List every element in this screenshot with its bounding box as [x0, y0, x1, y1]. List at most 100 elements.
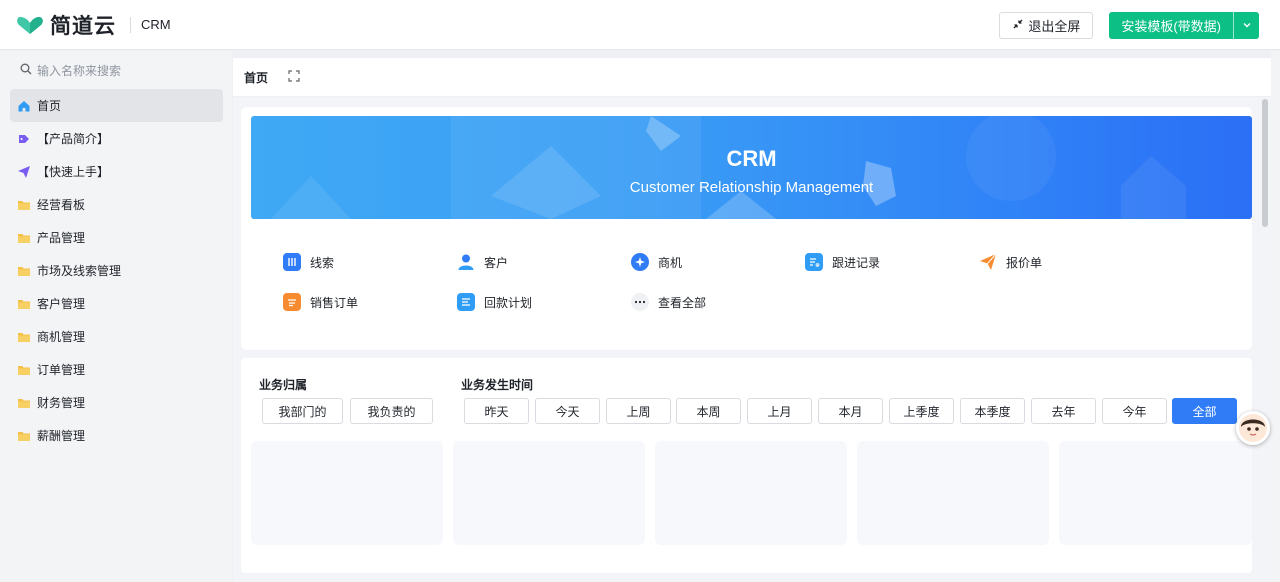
shortcut-order[interactable]: 销售订单 [283, 293, 358, 311]
clue-icon [283, 253, 301, 271]
sidebar-item-label: 【产品简介】 [37, 132, 110, 146]
sidebar-item-1[interactable]: 【产品简介】 [10, 122, 223, 155]
filter-this-quarter[interactable]: 本季度 [960, 398, 1025, 424]
filter-last-year[interactable]: 去年 [1031, 398, 1096, 424]
filter-last-month[interactable]: 上月 [747, 398, 812, 424]
scrollbar-thumb[interactable] [1262, 99, 1268, 227]
sidebar-item-label: 产品管理 [37, 231, 86, 245]
shortcut-label: 跟进记录 [832, 255, 881, 270]
more-icon [631, 293, 649, 311]
shortcut-followup[interactable]: 跟进记录 [805, 253, 880, 271]
shortcut-label: 回款计划 [484, 295, 533, 310]
folder-icon [17, 198, 31, 212]
tag-icon [17, 132, 31, 146]
tab-home[interactable]: 首页 [244, 69, 268, 86]
filter-my-department[interactable]: 我部门的 [262, 398, 343, 424]
payment-icon [457, 293, 475, 311]
filter-last-week[interactable]: 上周 [606, 398, 671, 424]
order-icon [283, 293, 301, 311]
shortcut-label: 报价单 [1006, 255, 1043, 270]
shortcut-customer[interactable]: 客户 [457, 253, 508, 271]
filter-this-week[interactable]: 本周 [676, 398, 741, 424]
filter-today[interactable]: 今天 [535, 398, 600, 424]
shortcut-payment[interactable]: 回款计划 [457, 293, 532, 311]
filter-last-quarter[interactable]: 上季度 [889, 398, 954, 424]
folder-icon [17, 231, 31, 245]
shortcut-opportunity[interactable]: 商机 [631, 253, 682, 271]
install-template-button-group: 安装模板(带数据) [1109, 12, 1259, 39]
sidebar-item-0[interactable]: 首页 [10, 89, 223, 122]
sidebar-item-label: 订单管理 [37, 363, 86, 377]
ownership-label: 业务归属 [259, 378, 308, 392]
folder-icon [17, 330, 31, 344]
sidebar-item-3[interactable]: 经营看板 [10, 188, 223, 221]
sidebar-item-label: 经营看板 [37, 198, 86, 212]
top-bar: 简道云 CRM 退出全屏 安装模板(带数据) [0, 0, 1280, 50]
sidebar-item-9[interactable]: 财务管理 [10, 386, 223, 419]
sidebar-item-4[interactable]: 产品管理 [10, 221, 223, 254]
sidebar-item-label: 市场及线索管理 [37, 264, 122, 278]
app-name: CRM [141, 17, 171, 32]
quote-icon [979, 253, 997, 271]
logo-text: 简道云 [50, 14, 116, 38]
customer-icon [457, 253, 475, 271]
assistant-avatar[interactable] [1236, 411, 1270, 445]
shortcut-label: 销售订单 [310, 295, 359, 310]
filter-yesterday[interactable]: 昨天 [464, 398, 529, 424]
shortcut-label: 线索 [310, 255, 335, 270]
sidebar-item-2[interactable]: 【快速上手】 [10, 155, 223, 188]
sidebar-item-10[interactable]: 薪酬管理 [10, 419, 223, 452]
sidebar-item-label: 商机管理 [37, 330, 86, 344]
stat-card [251, 441, 443, 545]
sidebar-item-7[interactable]: 商机管理 [10, 320, 223, 353]
filter-this-year[interactable]: 今年 [1102, 398, 1167, 424]
shortcut-clue[interactable]: 线索 [283, 253, 334, 271]
sidebar-item-8[interactable]: 订单管理 [10, 353, 223, 386]
followup-icon [805, 253, 823, 271]
filter-card: 业务归属 我部门的 我负责的 业务发生时间 昨天 今天 上周 本周 上月 本月 … [241, 358, 1252, 573]
search-icon [20, 63, 32, 78]
sidebar-item-label: 【快速上手】 [37, 165, 110, 179]
shortcut-view-all[interactable]: 查看全部 [631, 293, 706, 311]
folder-icon [17, 396, 31, 410]
sidebar-item-label: 客户管理 [37, 297, 86, 311]
banner-subtitle: Customer Relationship Management [629, 179, 874, 196]
banner-title: CRM [726, 146, 777, 171]
stat-card [655, 441, 847, 545]
divider [130, 16, 131, 33]
install-template-button[interactable]: 安装模板(带数据) [1109, 12, 1233, 39]
stat-card [453, 441, 645, 545]
install-dropdown-button[interactable] [1233, 12, 1259, 39]
folder-icon [17, 264, 31, 278]
exit-fullscreen-label: 退出全屏 [1028, 19, 1081, 34]
filter-my-responsible[interactable]: 我负责的 [350, 398, 433, 424]
avatar-icon [1239, 414, 1267, 442]
sidebar-item-label: 财务管理 [37, 396, 86, 410]
send-icon [17, 165, 31, 179]
home-icon [17, 99, 31, 113]
time-label: 业务发生时间 [461, 378, 534, 392]
folder-icon [17, 297, 31, 311]
filter-all[interactable]: 全部 [1172, 398, 1237, 424]
search-input[interactable]: 输入名称来搜索 [37, 62, 121, 79]
overview-card: CRM Customer Relationship Management 线索 … [241, 107, 1252, 350]
sidebar-item-label: 首页 [37, 99, 62, 113]
collapse-icon [1012, 18, 1024, 33]
logo[interactable]: 简道云 [16, 10, 116, 40]
sidebar-item-5[interactable]: 市场及线索管理 [10, 254, 223, 287]
exit-fullscreen-button[interactable]: 退出全屏 [999, 12, 1094, 39]
sidebar-search[interactable]: 输入名称来搜索 [0, 51, 232, 89]
folder-icon [17, 429, 31, 443]
chevron-down-icon [1242, 18, 1252, 33]
shortcut-label: 查看全部 [658, 295, 707, 310]
sidebar: 输入名称来搜索 首页【产品简介】 【快速上手】 经营看板产品管理市场及线索管理 客户管… [0, 51, 232, 582]
shortcut-label: 商机 [658, 255, 683, 270]
sidebar-item-6[interactable]: 客户管理 [10, 287, 223, 320]
shortcut-quote[interactable]: 报价单 [979, 253, 1042, 271]
fullscreen-icon[interactable] [288, 69, 300, 85]
scrollbar-track[interactable] [1271, 51, 1280, 582]
filter-this-month[interactable]: 本月 [818, 398, 883, 424]
main-content: CRM Customer Relationship Management 线索 … [233, 97, 1271, 582]
folder-icon [17, 363, 31, 377]
shortcut-label: 客户 [484, 255, 509, 270]
